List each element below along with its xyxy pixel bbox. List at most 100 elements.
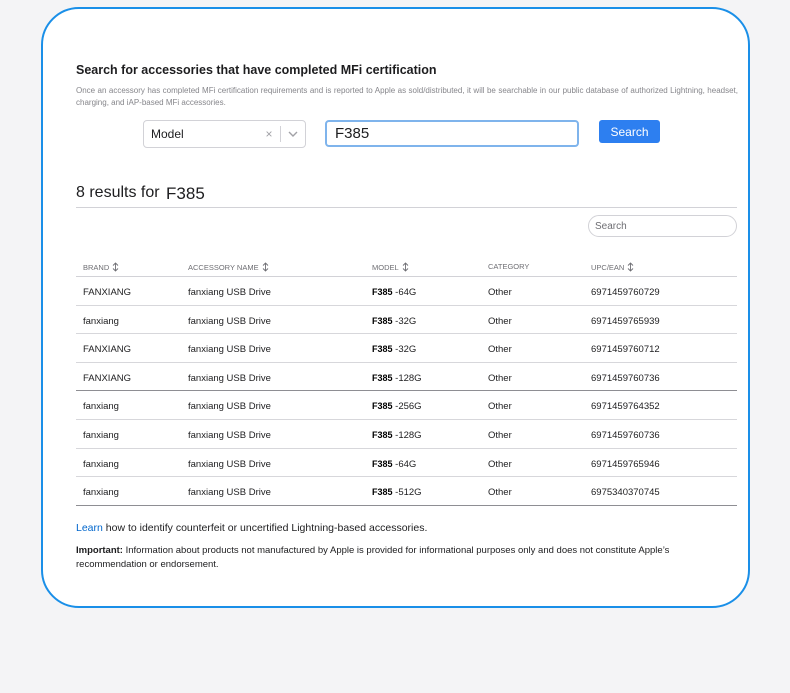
- model-suffix: -256G: [395, 401, 422, 413]
- cell-accessory-name: fanxiang USB Drive: [188, 287, 271, 298]
- important-text: Information about products not manufactu…: [76, 545, 670, 570]
- results-table: BRAND ACCESSORY NAME MODEL CATEGORY UPC/…: [76, 257, 737, 506]
- cell-model: F385 -512G: [372, 487, 422, 498]
- cell-brand: fanxiang: [83, 315, 119, 327]
- column-header-label: CATEGORY: [488, 262, 530, 271]
- search-button[interactable]: Search: [599, 120, 660, 143]
- column-header-category: CATEGORY: [488, 262, 529, 271]
- cell-model: F385 -128G: [372, 430, 422, 441]
- model-prefix: F385: [372, 315, 393, 326]
- model-suffix: -64G: [395, 458, 417, 470]
- cell-category: Other: [488, 401, 512, 413]
- cell-category: Other: [488, 344, 512, 356]
- search-field-value: Model: [151, 127, 184, 141]
- cell-upc: 6971459764352: [591, 401, 660, 413]
- column-header-model[interactable]: MODEL: [372, 262, 409, 272]
- cell-model: F385 -256G: [372, 401, 422, 412]
- results-count-label: 8 results for: [76, 184, 160, 201]
- column-header-label: BRAND: [83, 262, 110, 272]
- results-term: F385: [166, 184, 205, 203]
- cell-model: F385 -128G: [372, 373, 422, 384]
- table-row: fanxiang fanxiang USB Drive F385 -128G O…: [76, 420, 737, 449]
- table-row: fanxiang fanxiang USB Drive F385 -256G O…: [76, 391, 737, 420]
- cell-upc: 6971459765946: [591, 458, 660, 470]
- table-row: FANXIANG fanxiang USB Drive F385 -128G O…: [76, 363, 737, 392]
- cell-brand: FANXIANG: [83, 287, 132, 298]
- cell-model: F385 -32G: [372, 316, 416, 327]
- cell-model: F385 -64G: [372, 287, 416, 298]
- model-suffix: -64G: [395, 287, 417, 298]
- cell-category: Other: [488, 487, 512, 499]
- cell-upc: 6971459760729: [591, 287, 660, 298]
- cell-upc: 6975340370745: [591, 487, 660, 499]
- model-prefix: F385: [372, 372, 393, 383]
- column-header-brand[interactable]: BRAND: [83, 262, 119, 272]
- cell-model: F385 -32G: [372, 344, 416, 355]
- sort-arrows-icon[interactable]: [627, 262, 634, 272]
- sort-arrows-icon[interactable]: [402, 262, 409, 272]
- cell-upc: 6971459760712: [591, 344, 660, 356]
- intro-text: Once an accessory has completed MFi cert…: [76, 86, 738, 107]
- cell-upc: 6971459760736: [591, 372, 660, 384]
- search-input[interactable]: [325, 120, 579, 147]
- search-field-select[interactable]: Model ×: [143, 120, 306, 148]
- sort-arrows-icon[interactable]: [112, 262, 119, 272]
- column-header-label: MODEL: [372, 262, 399, 272]
- table-filter-input[interactable]: [588, 215, 737, 237]
- cell-upc: 6971459765939: [591, 315, 660, 327]
- cell-brand: fanxiang: [83, 458, 119, 470]
- mfi-search-card: Search for accessories that have complet…: [41, 7, 750, 608]
- divider: [76, 207, 737, 208]
- column-header-label: UPC/EAN: [591, 262, 625, 272]
- table-row: fanxiang fanxiang USB Drive F385 -64G Ot…: [76, 449, 737, 478]
- column-header-upc-ean[interactable]: UPC/EAN: [591, 262, 634, 272]
- table-row: fanxiang fanxiang USB Drive F385 -512G O…: [76, 477, 737, 506]
- results-count: 8 results for F385: [76, 182, 205, 203]
- model-prefix: F385: [372, 344, 393, 355]
- page-title: Search for accessories that have complet…: [76, 63, 437, 77]
- important-notice: Important: Information about products no…: [76, 544, 716, 572]
- cell-category: Other: [488, 372, 512, 384]
- cell-accessory-name: fanxiang USB Drive: [188, 487, 271, 499]
- sort-arrows-icon[interactable]: [262, 262, 269, 272]
- cell-accessory-name: fanxiang USB Drive: [188, 372, 271, 384]
- cell-category: Other: [488, 429, 512, 441]
- model-suffix: -32G: [395, 344, 417, 356]
- table-row: FANXIANG fanxiang USB Drive F385 -32G Ot…: [76, 334, 737, 363]
- column-header-accessory-name[interactable]: ACCESSORY NAME: [188, 262, 269, 272]
- cell-category: Other: [488, 458, 512, 470]
- cell-accessory-name: fanxiang USB Drive: [188, 458, 271, 470]
- cell-brand: fanxiang: [83, 429, 119, 441]
- model-suffix: -512G: [395, 487, 422, 499]
- important-label: Important:: [76, 545, 123, 556]
- cell-model: F385 -64G: [372, 459, 416, 470]
- model-prefix: F385: [372, 487, 393, 498]
- chevron-down-icon[interactable]: [281, 121, 305, 147]
- model-suffix: -128G: [395, 429, 422, 441]
- cell-accessory-name: fanxiang USB Drive: [188, 429, 271, 441]
- cell-brand: fanxiang: [83, 487, 119, 499]
- cell-category: Other: [488, 287, 512, 298]
- learn-line: Learn how to identify counterfeit or unc…: [76, 522, 427, 534]
- model-suffix: -128G: [395, 372, 422, 384]
- cell-accessory-name: fanxiang USB Drive: [188, 315, 271, 327]
- cell-brand: FANXIANG: [83, 372, 132, 384]
- learn-text: how to identify counterfeit or uncertifi…: [102, 522, 428, 534]
- clear-icon[interactable]: ×: [258, 127, 280, 141]
- model-prefix: F385: [372, 458, 393, 469]
- cell-accessory-name: fanxiang USB Drive: [188, 401, 271, 413]
- model-suffix: -32G: [395, 315, 417, 327]
- cell-brand: fanxiang: [83, 401, 119, 413]
- table-row: fanxiang fanxiang USB Drive F385 -32G Ot…: [76, 306, 737, 335]
- model-prefix: F385: [372, 287, 393, 297]
- table-header: BRAND ACCESSORY NAME MODEL CATEGORY UPC/…: [76, 257, 737, 277]
- model-prefix: F385: [372, 401, 393, 412]
- cell-accessory-name: fanxiang USB Drive: [188, 344, 271, 356]
- cell-category: Other: [488, 315, 512, 327]
- table-row: FANXIANG fanxiang USB Drive F385 -64G Ot…: [76, 277, 737, 306]
- cell-upc: 6971459760736: [591, 429, 660, 441]
- cell-brand: FANXIANG: [83, 344, 132, 356]
- learn-link[interactable]: Learn: [76, 522, 103, 534]
- column-header-label: ACCESSORY NAME: [188, 262, 259, 272]
- model-prefix: F385: [372, 429, 393, 440]
